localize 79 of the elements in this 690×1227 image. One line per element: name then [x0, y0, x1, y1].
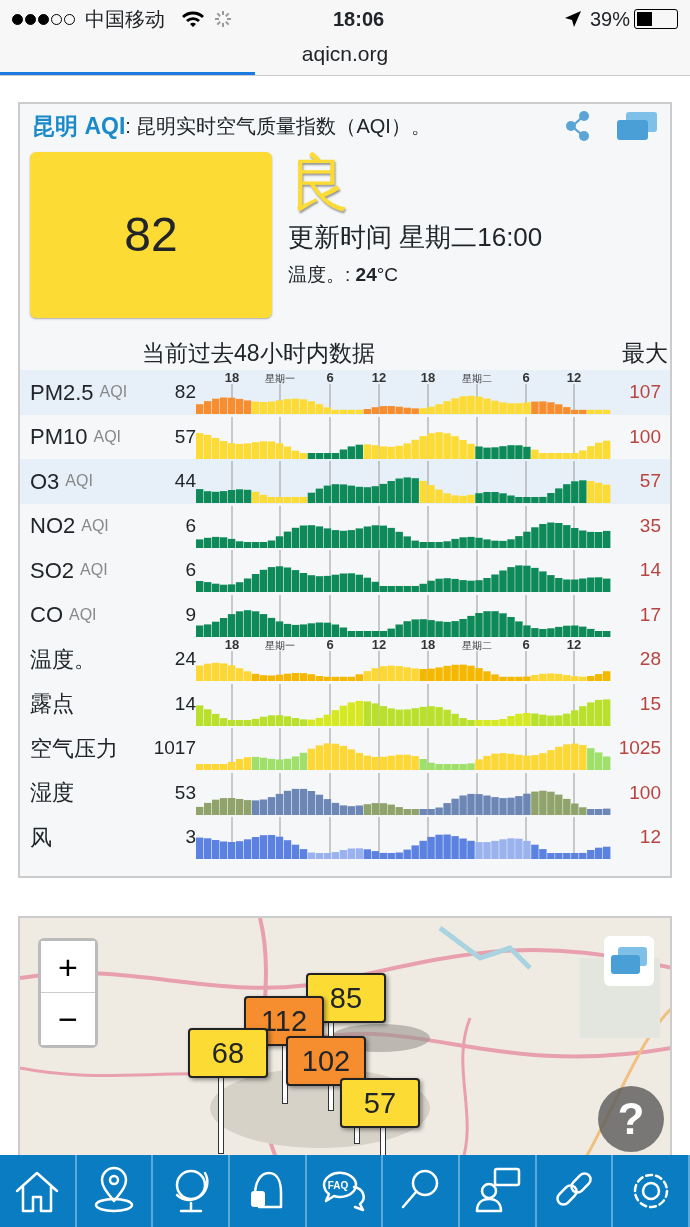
aqi-marker[interactable]: 57 [340, 1078, 420, 1128]
update-time: 更新时间 星期二16:00 [288, 221, 543, 254]
pollutant-name: 露点 [30, 690, 74, 719]
axis-label: 18 [420, 370, 436, 386]
aqi-marker[interactable]: 102 [286, 1036, 366, 1086]
aqi-value: 82 [30, 152, 272, 318]
pollutant-name: 温度。 [30, 645, 96, 674]
current-value: 57 [174, 424, 196, 449]
axis-label: 12 [566, 370, 582, 386]
table-heading: 当前过去48小时内数据 [142, 338, 375, 368]
pollutant-name: NO2 [30, 512, 76, 541]
current-value: 3 [185, 825, 196, 849]
clock-time: 18:06 [333, 7, 385, 32]
axis-label: 星期一 [265, 640, 295, 652]
axis-label: 12 [371, 637, 387, 653]
pollutant-name: CO [30, 601, 63, 630]
axis-label: 星期二 [462, 373, 492, 385]
axis-label: 18 [420, 637, 436, 653]
max-value: 14 [638, 558, 662, 582]
current-value: 6 [185, 513, 196, 538]
pollutant-name: PM10 [30, 423, 88, 452]
loading-spinner-icon [213, 9, 233, 29]
axis-label: 6 [326, 637, 334, 653]
axis-label: 星期二 [462, 640, 492, 652]
current-value: 6 [185, 558, 196, 582]
unit-label: AQI [81, 515, 109, 536]
location-arrow-icon [563, 10, 582, 28]
pollutant-name: O3 [30, 467, 60, 496]
axis-label: 星期一 [265, 373, 295, 385]
city-aqi-title: 昆明 AQI [32, 111, 126, 141]
axis-label: 18 [224, 637, 240, 653]
temperature-text: 温度。: 24°C [288, 263, 400, 287]
battery-percent: 39% [589, 7, 630, 32]
max-value: 28 [638, 647, 662, 671]
max-value: 35 [638, 513, 662, 538]
layers-icon[interactable] [616, 111, 658, 141]
zoom-in-button[interactable]: + [41, 941, 95, 993]
current-value: 1017 [153, 736, 196, 760]
max-value: 107 [628, 380, 662, 404]
axis-label: 12 [371, 370, 387, 386]
max-value: 12 [638, 825, 662, 849]
pollutant-name: SO2 [30, 556, 75, 585]
current-value: 9 [185, 602, 196, 627]
current-value: 53 [174, 780, 196, 805]
page-title: : 昆明实时空气质量指数（AQI）。 [125, 114, 431, 139]
url-text: aqicn.org [301, 42, 389, 65]
max-value: 15 [638, 691, 662, 716]
max-value: 100 [628, 424, 662, 449]
unit-label: AQI [69, 604, 97, 625]
current-value: 24 [174, 647, 196, 671]
max-value: 1025 [617, 736, 662, 760]
pollutant-name: PM2.5 [30, 378, 94, 407]
unit-label: AQI [65, 471, 93, 492]
wifi-icon [181, 10, 205, 28]
pollutant-name: 风 [30, 823, 52, 852]
battery-icon [634, 9, 678, 29]
aqi-marker[interactable]: 68 [188, 1028, 268, 1078]
share-icon[interactable] [564, 111, 592, 141]
pollutant-name: 湿度 [30, 779, 74, 808]
axis-label: 18 [224, 370, 240, 386]
max-heading: 最大 [622, 338, 669, 368]
max-value: 100 [628, 780, 662, 805]
current-value: 82 [174, 380, 196, 404]
max-value: 17 [638, 602, 662, 627]
carrier-name: 中国移动 [85, 7, 165, 32]
unit-label: AQI [99, 382, 128, 403]
unit-label: AQI [80, 560, 108, 581]
layers-button[interactable] [604, 936, 654, 986]
aqi-level: 良 [288, 152, 351, 214]
unit-label: AQI [93, 426, 122, 447]
max-value: 57 [638, 469, 662, 493]
axis-label: 6 [522, 370, 530, 386]
axis-label: 12 [566, 637, 582, 653]
layers-icon [610, 946, 648, 976]
pollutant-name: 空气压力 [30, 734, 118, 763]
current-value: 14 [174, 691, 196, 716]
axis-label: 6 [326, 370, 334, 386]
axis-label: 6 [522, 637, 530, 653]
current-value: 44 [174, 469, 196, 493]
